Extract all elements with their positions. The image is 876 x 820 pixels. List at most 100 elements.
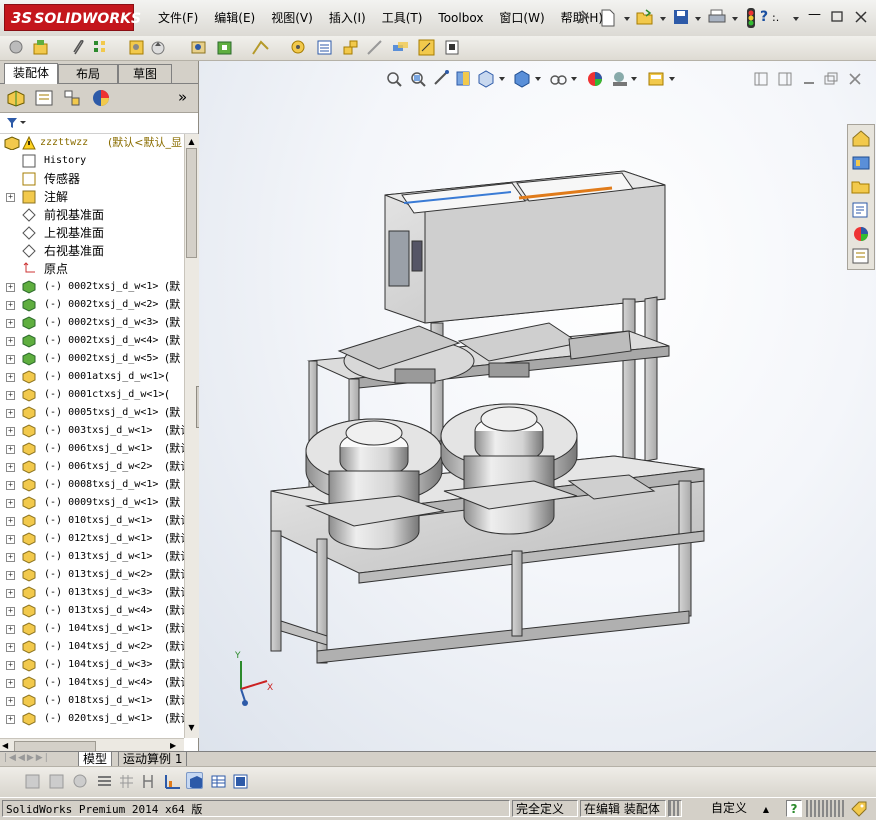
chevron-down-icon[interactable] [624,17,630,21]
menu-tools[interactable]: 工具(T) [374,9,431,27]
configuration-manager-icon[interactable] [62,89,82,107]
custom-properties-icon[interactable] [851,247,871,265]
tree-vertical-scrollbar[interactable]: ▲ ▼ [184,134,199,738]
expand-toggle[interactable]: + [6,355,15,364]
expand-toggle[interactable]: + [6,391,15,400]
table-view-icon[interactable] [210,773,227,790]
tree-item[interactable]: + (-) 018txsj_d_w<1> (默认 [0,692,184,710]
mate-paperclip-icon[interactable] [70,39,87,56]
tree-item[interactable]: + (-) 0002txsj_d_w<4> (默 [0,332,184,350]
tree-item[interactable]: 上视基准面 [0,224,184,242]
hole-alignment-icon[interactable] [444,39,461,56]
view-icon-1[interactable] [24,773,41,790]
axis-chart-icon[interactable] [164,773,181,790]
new-document-icon[interactable] [600,9,616,27]
expand-toggle[interactable]: + [6,193,15,202]
expand-toggle[interactable]: + [6,445,15,454]
expand-toggle[interactable]: + [6,661,15,670]
status-units[interactable]: 自定义 ▲ [686,800,776,817]
interference-detection-icon[interactable] [392,39,409,56]
compare-icon[interactable] [140,773,157,790]
close-icon[interactable] [855,11,867,23]
insert-component-icon[interactable] [32,39,49,56]
reference-geometry-icon[interactable] [252,39,269,56]
appearances-icon[interactable] [851,225,871,243]
tree-item[interactable]: + (-) 104txsj_d_w<3> (默认 [0,656,184,674]
help-icon[interactable]: ? [760,9,768,25]
chevron-down-icon[interactable] [695,17,701,21]
display-manager-icon[interactable] [90,88,112,108]
tree-item[interactable]: + (-) 104txsj_d_w<1> (默认 [0,620,184,638]
show-hidden-icon[interactable] [190,39,207,56]
tree-item[interactable]: + (-) 0001ctxsj_d_w<1>( [0,386,184,404]
save-icon[interactable] [673,9,689,25]
expand-toggle[interactable]: + [6,517,15,526]
expand-toggle[interactable]: + [6,625,15,634]
tree-item[interactable]: + (-) 006txsj_d_w<1> (默认 [0,440,184,458]
expand-toggle[interactable]: + [6,535,15,544]
tab-assembly[interactable]: 装配体 [4,63,58,84]
scroll-right-icon[interactable]: ▶ [170,740,180,751]
tree-item[interactable]: + (-) 013txsj_d_w<4> (默认 [0,602,184,620]
list-view-icon[interactable] [96,773,113,790]
solidworks-logo[interactable]: 3S SOLIDWORKS [4,4,141,31]
chevron-down-icon[interactable] [660,17,666,21]
menu-file[interactable]: 文件(F) [150,9,206,27]
menu-toolbox[interactable]: Toolbox [430,9,491,27]
menu-view[interactable]: 视图(V) [263,9,321,27]
expand-toggle[interactable]: + [6,643,15,652]
expand-toggle[interactable]: + [6,499,15,508]
grid-view-icon[interactable] [118,773,135,790]
scroll-down-icon[interactable]: ▼ [186,722,197,733]
pin-icon[interactable] [576,10,590,26]
tree-filter[interactable] [0,113,198,134]
solidworks-resources-icon[interactable] [851,153,871,171]
exploded-view-icon[interactable] [342,39,359,56]
design-library-icon[interactable] [851,177,871,195]
tree-item[interactable]: + (-) 0002txsj_d_w<2> (默 [0,296,184,314]
graphics-area[interactable]: Y X [199,61,876,751]
expand-toggle[interactable]: + [6,319,15,328]
tree-item[interactable]: + (-) 006txsj_d_w<2> (默认 [0,458,184,476]
expand-toggle[interactable]: + [6,337,15,346]
expand-toggle[interactable]: + [6,607,15,616]
tab-model[interactable]: 模型 [78,752,113,767]
tree-item[interactable]: + (-) 0008txsj_d_w<1> (默 [0,476,184,494]
tree-item[interactable]: 前视基准面 [0,206,184,224]
status-help-button[interactable]: ? [786,800,802,817]
restore-icon[interactable] [831,11,843,22]
linear-pattern-icon[interactable] [93,39,110,56]
new-motion-study-icon[interactable] [290,39,307,56]
tree-item[interactable]: + (-) 0002txsj_d_w<1> (默 [0,278,184,296]
home-icon[interactable] [851,129,871,147]
tree-item[interactable]: + (-) 0002txsj_d_w<5> (默 [0,350,184,368]
open-folder-icon[interactable] [636,9,654,25]
tree-item[interactable]: History [0,152,184,170]
tree-item[interactable]: + (-) 0005txsj_d_w<1> (默 [0,404,184,422]
expand-toggle[interactable]: + [6,463,15,472]
expand-toggle[interactable]: + [6,481,15,490]
scroll-up-icon[interactable]: ▲ [186,136,197,147]
chevron-down-icon[interactable] [732,17,738,21]
gear-parts-icon[interactable] [8,39,25,56]
expand-toggle[interactable]: + [6,715,15,724]
print-icon[interactable] [708,9,726,25]
smart-fasteners-icon[interactable] [128,39,145,56]
feature-manager-icon[interactable] [6,89,26,107]
explode-line-sketch-icon[interactable] [366,39,383,56]
expand-toggle[interactable]: + [6,571,15,580]
scroll-thumb[interactable] [186,148,197,258]
tree-item[interactable]: + (-) 0009txsj_d_w<1> (默 [0,494,184,512]
expand-toggle[interactable]: + [6,373,15,382]
bill-of-materials-icon[interactable] [316,39,333,56]
filter-icon[interactable] [6,117,26,129]
tree-item[interactable]: + (-) 010txsj_d_w<1> (默认 [0,512,184,530]
tree-item[interactable]: + (-) 104txsj_d_w<2> (默认 [0,638,184,656]
panel-more-button[interactable]: » [178,88,187,106]
expand-toggle[interactable]: + [6,427,15,436]
menu-window[interactable]: 窗口(W) [491,9,552,27]
move-component-icon[interactable] [150,39,167,56]
tab-sketch[interactable]: 草图 [118,64,172,83]
tree-item[interactable]: + (-) 013txsj_d_w<3> (默认 [0,584,184,602]
tree-item[interactable]: 原点 [0,260,184,278]
